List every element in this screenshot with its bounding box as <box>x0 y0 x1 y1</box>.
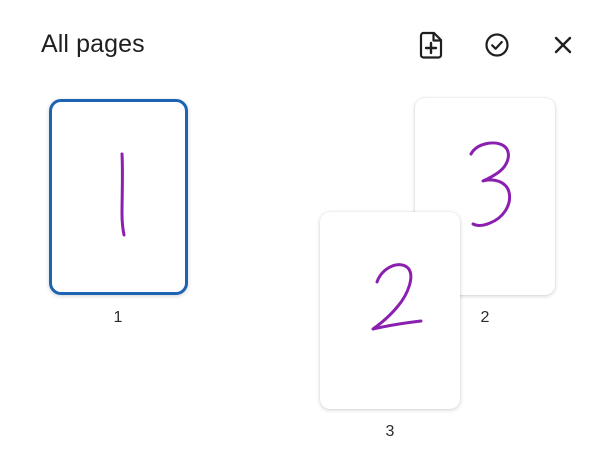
page-number-label: 3 <box>385 423 395 440</box>
close-button[interactable] <box>546 28 580 62</box>
add-page-button[interactable] <box>414 28 448 62</box>
page-number-label: 2 <box>480 309 490 326</box>
page-title: All pages <box>41 30 145 58</box>
check-circle-icon <box>485 33 509 57</box>
select-button[interactable] <box>480 28 514 62</box>
add-page-icon <box>419 31 443 59</box>
page-number-label: 1 <box>113 309 123 326</box>
handwritten-two-drawing <box>371 263 423 331</box>
handwritten-one-drawing <box>120 152 126 237</box>
page-thumbnail-1[interactable] <box>49 99 188 295</box>
close-icon <box>554 36 572 54</box>
all-pages-panel: All pages 1 2 3 <box>0 0 600 452</box>
page-thumbnail-3[interactable] <box>320 212 460 409</box>
